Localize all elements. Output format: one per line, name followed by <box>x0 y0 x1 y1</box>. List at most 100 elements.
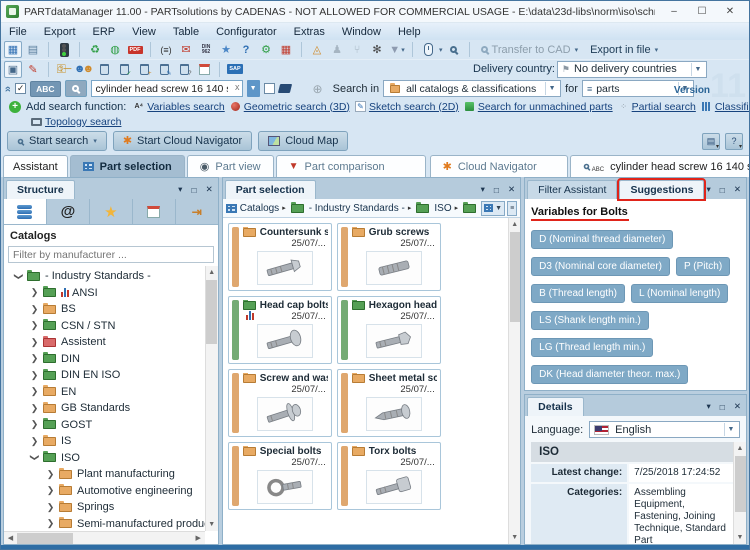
transfer-to-cad-button[interactable]: Transfer to CAD ▾ <box>476 43 584 57</box>
robot-icon[interactable]: ♟ <box>328 41 346 58</box>
calendar-icon[interactable] <box>195 61 213 78</box>
panel-menu-icon[interactable]: ▾ <box>706 184 710 195</box>
tab-suppliers[interactable]: @ <box>46 199 90 224</box>
menu-configurator[interactable]: Configurator <box>216 26 277 38</box>
tab-part-comparison[interactable]: ▼ Part comparison <box>275 155 426 177</box>
partial-search-link[interactable]: ⁘ Partial search <box>618 101 696 113</box>
panel-maximize-icon[interactable]: □ <box>720 185 725 195</box>
pdf-export-icon[interactable]: PDF <box>126 41 144 58</box>
start-cloud-navigator-button[interactable]: ✱ Start Cloud Navigator <box>112 131 253 151</box>
tree-vertical-scrollbar[interactable]: ▲ ▼ <box>204 266 218 531</box>
panel-close-icon[interactable]: ✕ <box>206 184 213 195</box>
add-search-plus-icon[interactable]: + <box>9 100 21 113</box>
chevron-icon[interactable]: ❯ <box>28 370 41 381</box>
table-window-icon[interactable]: ▦ <box>277 41 295 58</box>
chip-b[interactable]: B (Thread length) <box>531 284 625 303</box>
trash-question-icon[interactable]: ? <box>175 61 193 78</box>
tab-cloud-navigator[interactable]: ✱ Cloud Navigator <box>429 155 568 177</box>
unmachined-search-link[interactable]: Search for unmachined parts <box>464 101 613 113</box>
part-selection-tab[interactable]: Part selection <box>224 180 316 199</box>
panel-menu-icon[interactable]: ▾ <box>481 184 485 195</box>
scroll-down-icon[interactable]: ▼ <box>206 518 218 531</box>
scroll-left-icon[interactable]: ◀ <box>4 534 17 542</box>
tree-item[interactable]: ❯ DIN <box>4 351 205 368</box>
users-icon[interactable]: ☻ ☻ <box>74 61 94 78</box>
panel-menu-icon[interactable]: ▾ <box>178 184 182 195</box>
tab-export[interactable]: ⇥ <box>175 199 218 224</box>
chevron-icon[interactable]: ❯ <box>28 386 41 397</box>
chevron-icon[interactable]: ❯ <box>44 518 57 529</box>
sketch-search-link[interactable]: ✎ Sketch search (2D) <box>354 101 459 113</box>
chip-d[interactable]: D (Nominal thread diameter) <box>531 230 674 249</box>
trash-new-icon[interactable]: + <box>135 61 153 78</box>
menu-file[interactable]: File <box>9 26 27 38</box>
pen-icon[interactable]: ✎ <box>24 61 42 78</box>
tree-item[interactable]: ❯ CSN / STN <box>4 318 205 335</box>
menu-window[interactable]: Window <box>342 26 381 38</box>
tree-item[interactable]: ❯ Assistent <box>4 334 205 351</box>
menu-export[interactable]: Export <box>44 26 76 38</box>
maximize-button[interactable]: ☐ <box>688 2 716 22</box>
chevron-icon[interactable]: ❯ <box>44 469 57 480</box>
chevron-down-icon[interactable]: ▼ <box>724 423 737 436</box>
trash-icon[interactable] <box>95 61 113 78</box>
scroll-thumb[interactable] <box>509 232 520 322</box>
chevron-icon[interactable]: ❯ <box>28 436 41 447</box>
panel-menu-icon[interactable]: ▾ <box>706 401 710 412</box>
tile-special-bolts[interactable]: Special bolts 25/07/... <box>227 442 332 510</box>
key-icon[interactable]: ⚿︎ ○─ <box>55 61 73 78</box>
tab-part-view[interactable]: ◉ Part view <box>186 155 274 177</box>
chevron-icon[interactable]: ❯ <box>29 451 40 464</box>
chevron-icon[interactable]: ❯ <box>44 502 57 513</box>
chip-l[interactable]: L (Nominal length) <box>630 284 729 303</box>
chevron-icon[interactable]: ❯ <box>28 419 41 430</box>
hierarchy-icon[interactable]: ⑂ <box>348 41 366 58</box>
settings-gear-icon[interactable]: ⚙ <box>257 41 275 58</box>
geometric-search-link[interactable]: Geometric search (3D) <box>230 101 350 113</box>
filter-assistant-tab[interactable]: Filter Assistant <box>527 180 618 199</box>
menu-table[interactable]: Table <box>173 26 199 38</box>
panel-maximize-icon[interactable]: □ <box>494 185 499 195</box>
panel-maximize-icon[interactable]: □ <box>191 185 196 195</box>
chip-lg[interactable]: LG (Thread length min.) <box>531 338 654 357</box>
suggestions-tab[interactable]: Suggestions <box>617 178 707 201</box>
search-input[interactable] <box>90 80 243 97</box>
certificate-icon[interactable]: ✉ <box>177 41 195 58</box>
bmp-preview-icon[interactable]: ▦ <box>4 41 22 58</box>
trash-approve-icon[interactable]: ✓ <box>115 61 133 78</box>
scroll-thumb[interactable] <box>17 532 73 544</box>
chevron-icon[interactable]: ❯ <box>44 485 57 496</box>
text-search-toggle[interactable]: ABC <box>30 80 61 97</box>
menu-help[interactable]: Help <box>398 26 421 38</box>
tab-catalogs[interactable] <box>4 199 47 224</box>
sap-icon[interactable]: SAP <box>226 61 244 78</box>
din962-icon[interactable]: DIN 962 <box>197 41 215 58</box>
mouse-settings-caret[interactable]: ▾ <box>439 46 443 54</box>
parts-vertical-scrollbar[interactable]: ▲ ▼ <box>508 218 521 544</box>
search-in-select[interactable]: all catalogs & classifications ▼ <box>383 80 562 97</box>
tab-history[interactable] <box>132 199 176 224</box>
chevron-icon[interactable]: ❯ <box>28 403 41 414</box>
scroll-up-icon[interactable]: ▲ <box>734 442 746 455</box>
tab-assistant[interactable]: Assistant <box>3 155 68 177</box>
scroll-down-icon[interactable]: ▼ <box>509 531 520 544</box>
language-select[interactable]: English ▼ <box>589 421 740 438</box>
tree-item[interactable]: ❯ ISO <box>4 450 205 467</box>
tile-sheet-metal-screw[interactable]: Sheet metal screw 25/07/... <box>336 369 441 437</box>
chevron-icon[interactable]: ❯ <box>28 320 41 331</box>
breadcrumb-iso[interactable]: ISO <box>434 203 451 214</box>
panel-close-icon[interactable]: ✕ <box>508 184 515 195</box>
breadcrumb-catalogs[interactable]: Catalogs <box>240 203 279 214</box>
cart-icon[interactable]: ▤ <box>24 41 42 58</box>
classification-search-link[interactable]: Classification 2.0 search <box>701 101 749 113</box>
zoom-icon[interactable] <box>445 41 463 58</box>
chevron-down-icon[interactable]: ▼ <box>545 82 558 95</box>
structure-tab[interactable]: Structure <box>6 180 75 199</box>
scroll-down-icon[interactable]: ▼ <box>734 531 746 544</box>
panel-close-icon[interactable]: ✕ <box>734 401 741 412</box>
topology-search-link[interactable]: Topology search <box>31 116 121 128</box>
scroll-thumb[interactable] <box>734 456 746 512</box>
3d-view-icon[interactable]: ◬ <box>308 41 326 58</box>
trash-edit-icon[interactable]: ✎ <box>155 61 173 78</box>
help-icon[interactable]: ? <box>237 41 255 58</box>
